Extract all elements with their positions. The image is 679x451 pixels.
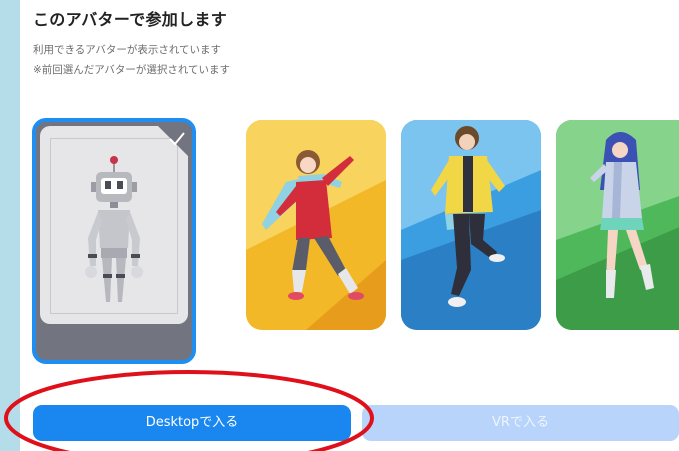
avatar-card-boy-yellow-jacket[interactable] xyxy=(401,120,541,330)
girl-red-hoodie-avatar-image xyxy=(246,120,386,330)
girl-blue-hair-avatar-image xyxy=(556,120,679,330)
avatar-select-panel: このアバターで参加します 利用できるアバターが表示されています ※前回選んだアバ… xyxy=(20,0,679,451)
subtitle-available: 利用できるアバターが表示されています xyxy=(33,44,222,56)
subtitle-previous: ※前回選んだアバターが選択されています xyxy=(33,64,231,76)
desktop-join-button[interactable]: Desktopで入る xyxy=(33,405,351,441)
check-icon xyxy=(169,132,185,146)
page-title: このアバターで参加します xyxy=(33,10,228,29)
avatar-card-girl-red-hoodie[interactable] xyxy=(246,120,386,330)
boy-yellow-jacket-avatar-image xyxy=(401,120,541,330)
avatar-card-girl-blue-hair[interactable] xyxy=(556,120,679,330)
avatar-card-robot[interactable] xyxy=(32,118,196,364)
vr-join-button[interactable]: VRで入る xyxy=(362,405,679,441)
